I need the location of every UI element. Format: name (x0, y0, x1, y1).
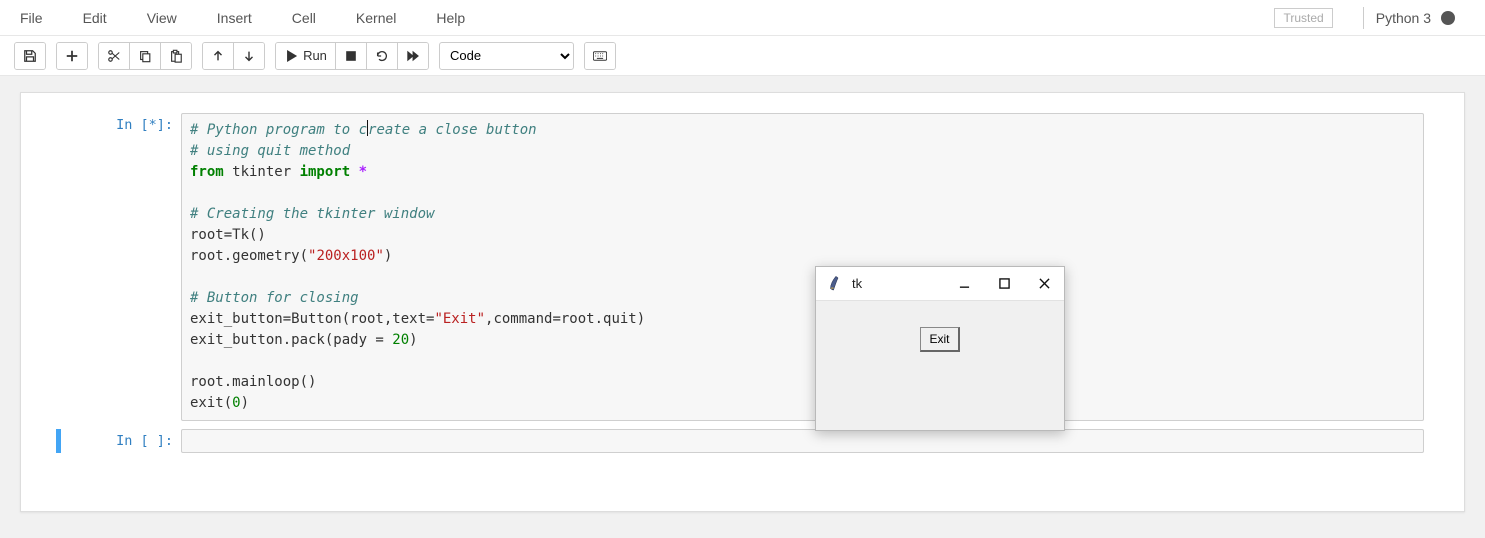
menu-help[interactable]: Help (416, 2, 485, 34)
tkinter-close-button[interactable] (1024, 267, 1064, 301)
code-text: exit( (190, 395, 232, 411)
cut-button[interactable] (99, 43, 130, 69)
code-text: exit_button=Button(root,text= (190, 311, 434, 327)
cell-prompt: In [ ]: (61, 429, 181, 453)
code-text: tkinter (224, 164, 300, 180)
code-text: root=Tk() (190, 227, 266, 243)
stop-icon (344, 49, 358, 63)
cell-input-area[interactable]: # Python program to create a close butto… (181, 113, 1424, 421)
kernel-indicator[interactable]: Python 3 (1363, 7, 1485, 29)
save-button[interactable] (15, 43, 45, 69)
move-cell-up-button[interactable] (203, 43, 234, 69)
menu-edit[interactable]: Edit (63, 2, 127, 34)
insert-cell-below-button[interactable] (57, 43, 87, 69)
cell-type-select[interactable]: Code (439, 42, 574, 70)
toolbar: Run Code (0, 36, 1485, 76)
code-text: root.geometry( (190, 248, 308, 264)
cell-input-area[interactable] (181, 429, 1424, 453)
tkinter-feather-icon (826, 275, 844, 293)
code-string: "200x100" (308, 248, 384, 264)
arrow-up-icon (211, 49, 225, 63)
code-text: ) (241, 395, 249, 411)
code-comment: # using quit method (190, 143, 350, 159)
cell-prompt: In [*]: (61, 113, 181, 421)
code-comment: # Creating the tkinter window (190, 206, 434, 222)
maximize-icon (999, 278, 1010, 289)
kernel-busy-icon (1441, 11, 1455, 25)
code-cell[interactable]: In [*]: # Python program to create a clo… (61, 113, 1424, 421)
restart-run-all-button[interactable] (398, 43, 428, 69)
tkinter-minimize-button[interactable] (944, 267, 984, 301)
menubar: File Edit View Insert Cell Kernel Help T… (0, 0, 1485, 36)
copy-button[interactable] (130, 43, 161, 69)
menu-insert[interactable]: Insert (197, 2, 272, 34)
menu-file[interactable]: File (0, 2, 63, 34)
close-icon (1039, 278, 1050, 289)
paste-icon (169, 49, 183, 63)
paste-button[interactable] (161, 43, 191, 69)
menu-view[interactable]: View (127, 2, 197, 34)
menu-kernel[interactable]: Kernel (336, 2, 416, 34)
keyboard-icon (593, 49, 607, 63)
code-text: ) (409, 332, 417, 348)
menu-cell[interactable]: Cell (272, 2, 336, 34)
code-text: ) (384, 248, 392, 264)
code-text: root.mainloop() (190, 374, 316, 390)
tkinter-maximize-button[interactable] (984, 267, 1024, 301)
tkinter-window-title: tk (852, 276, 944, 291)
tkinter-exit-button[interactable]: Exit (920, 327, 959, 352)
tkinter-titlebar[interactable]: tk (816, 267, 1064, 301)
tkinter-window-body: Exit (816, 301, 1064, 430)
copy-icon (138, 49, 152, 63)
refresh-icon (375, 49, 389, 63)
plus-icon (65, 49, 79, 63)
code-text: ,command=root.quit) (485, 311, 645, 327)
code-string: "Exit" (434, 311, 485, 327)
minimize-icon (959, 278, 970, 289)
code-op: * (350, 164, 367, 180)
fast-forward-icon (406, 49, 420, 63)
tkinter-window[interactable]: tk Exit (815, 266, 1065, 431)
code-keyword: import (300, 164, 351, 180)
trusted-indicator[interactable]: Trusted (1274, 8, 1332, 28)
interrupt-kernel-button[interactable] (336, 43, 367, 69)
text-cursor (367, 120, 368, 136)
notebook-container: In [*]: # Python program to create a clo… (20, 92, 1465, 512)
scissors-icon (107, 49, 121, 63)
code-comment: # Button for closing (190, 290, 359, 306)
notebook-area: In [*]: # Python program to create a clo… (0, 76, 1485, 538)
run-button[interactable]: Run (276, 43, 336, 69)
command-palette-button[interactable] (585, 43, 615, 69)
code-number: 20 (392, 332, 409, 348)
code-cell[interactable]: In [ ]: (56, 429, 1424, 453)
restart-kernel-button[interactable] (367, 43, 398, 69)
move-cell-down-button[interactable] (234, 43, 264, 69)
code-comment: # Python program to create a close butto… (190, 122, 537, 138)
kernel-name-label: Python 3 (1376, 10, 1431, 26)
run-button-label: Run (303, 48, 327, 63)
arrow-down-icon (242, 49, 256, 63)
code-text: exit_button.pack(pady = (190, 332, 392, 348)
save-icon (23, 49, 37, 63)
code-number: 0 (232, 395, 240, 411)
code-keyword: from (190, 164, 224, 180)
play-icon (284, 49, 298, 63)
